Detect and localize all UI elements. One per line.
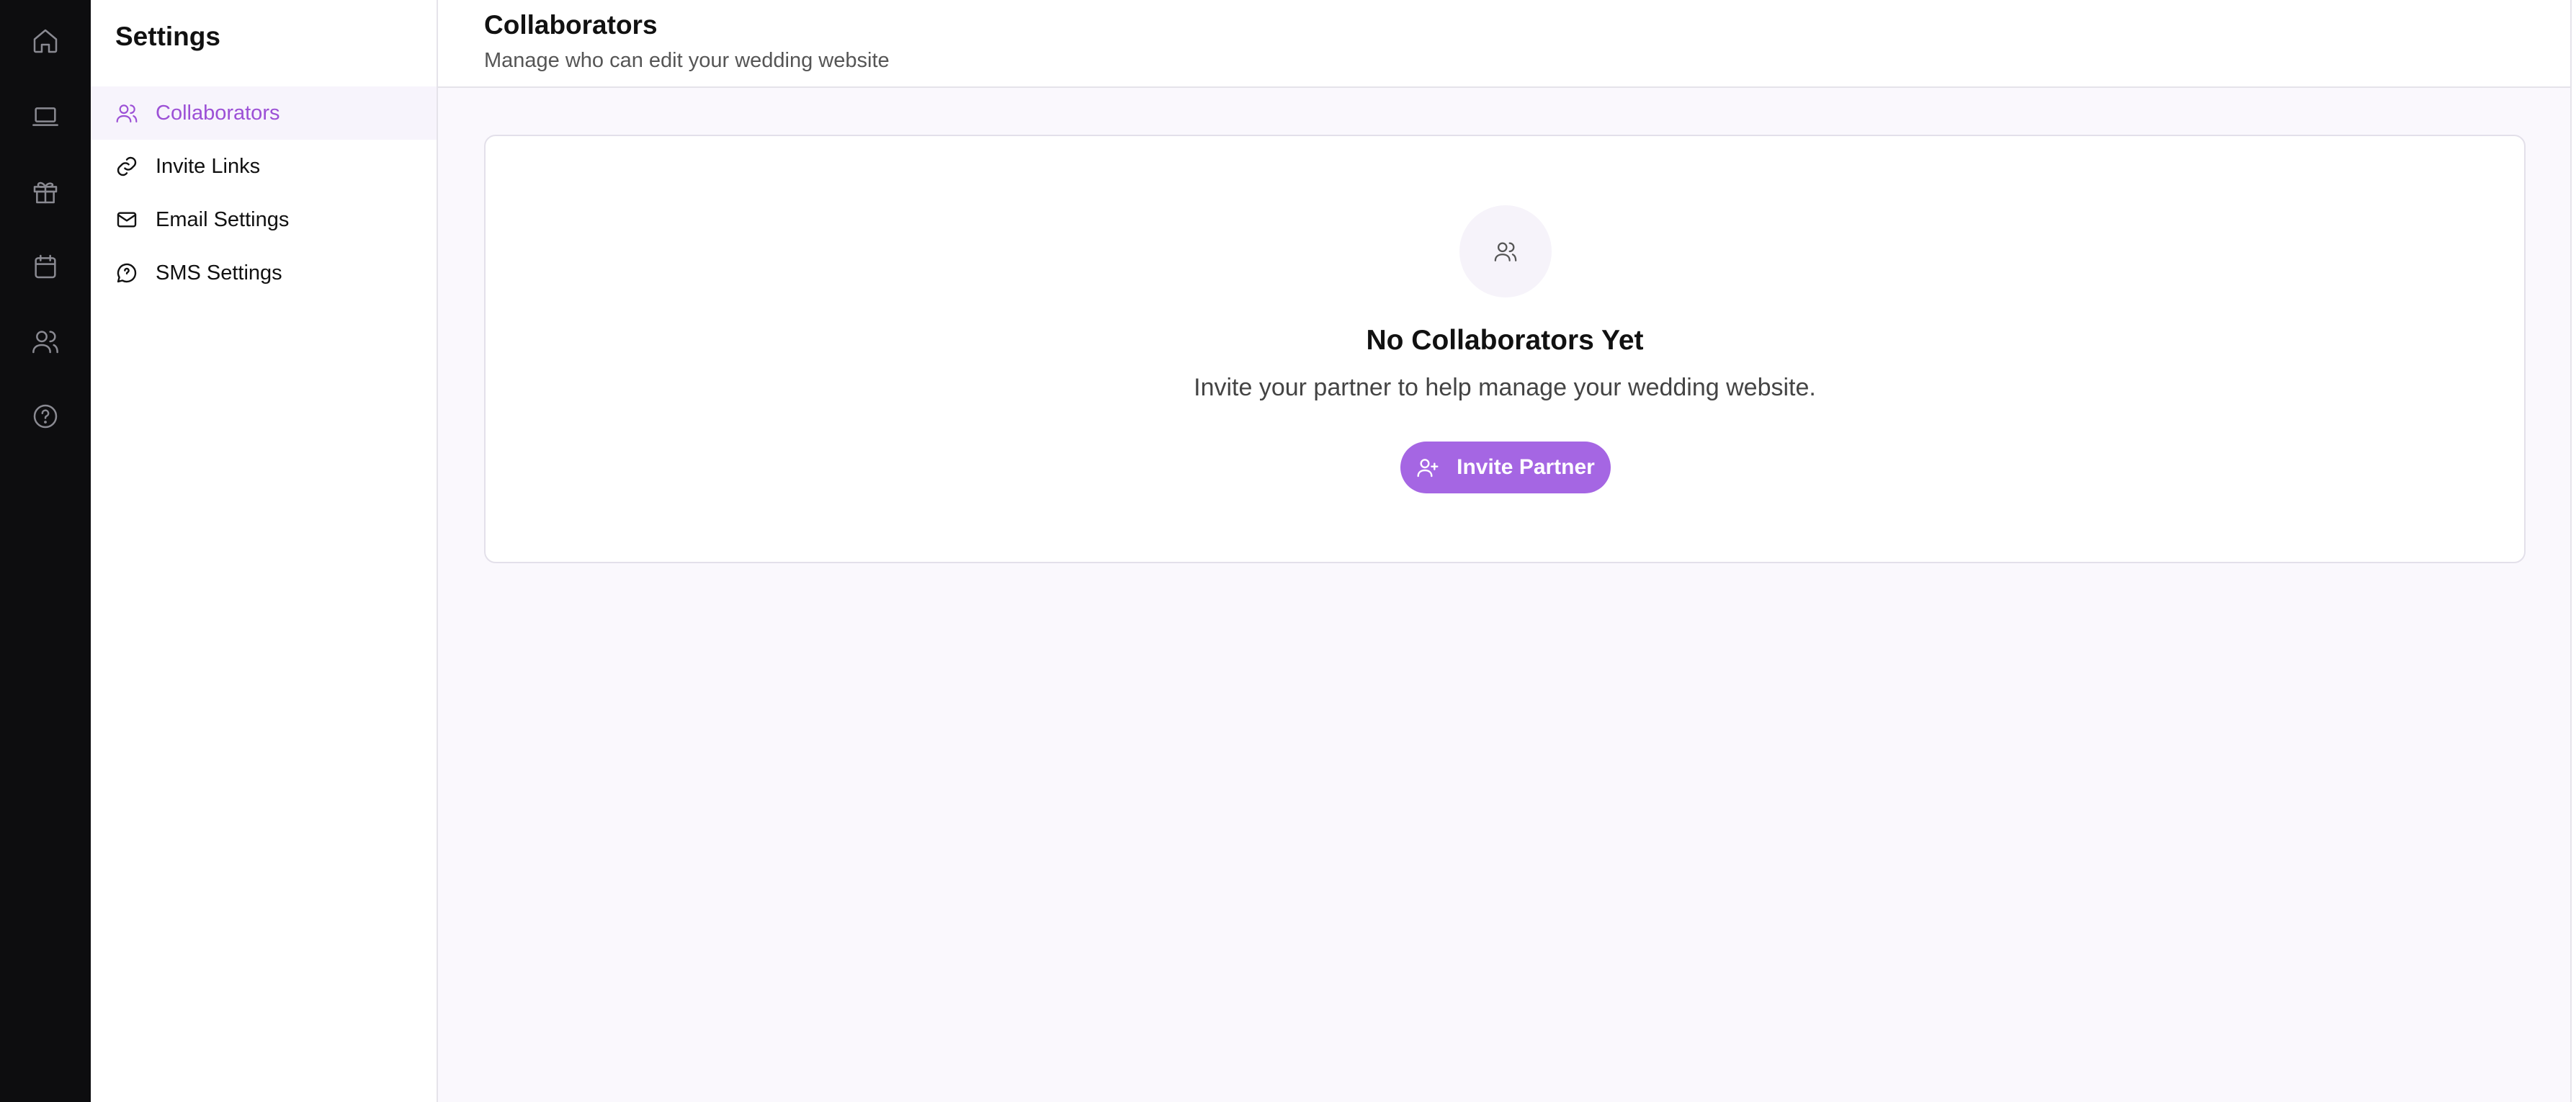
users-icon[interactable]: [28, 324, 63, 359]
sidebar-item-collaborators[interactable]: Collaborators: [91, 86, 437, 140]
page-header: Collaborators Manage who can edit your w…: [438, 0, 2570, 88]
page-subtitle: Manage who can edit your wedding website: [484, 49, 890, 72]
page-title: Collaborators: [484, 10, 658, 40]
empty-state-avatar: [1459, 205, 1552, 297]
empty-state-card: No Collaborators Yet Invite your partner…: [484, 135, 2526, 563]
sidebar-item-sms-settings[interactable]: SMS Settings: [91, 246, 437, 300]
scrollbar-track: [2570, 0, 2576, 1102]
users-icon: [1494, 242, 1517, 261]
sidebar-item-label: SMS Settings: [156, 261, 282, 285]
app-rail: [0, 0, 91, 1102]
empty-state-title: No Collaborators Yet: [1366, 325, 1644, 356]
settings-sidebar: Settings Collaborators Invite Links Emai…: [91, 0, 438, 1102]
link-icon: [117, 156, 137, 176]
user-plus-icon: [1417, 459, 1439, 478]
home-icon[interactable]: [28, 24, 63, 58]
users-icon: [116, 104, 138, 123]
calendar-icon[interactable]: [28, 249, 63, 284]
sidebar-item-label: Collaborators: [156, 101, 280, 125]
sidebar-item-label: Email Settings: [156, 207, 290, 231]
laptop-icon[interactable]: [28, 99, 63, 134]
invite-partner-label: Invite Partner: [1457, 455, 1595, 479]
invite-partner-button[interactable]: Invite Partner: [1400, 442, 1611, 493]
gift-icon[interactable]: [28, 174, 63, 209]
empty-state-text: Invite your partner to help manage your …: [1194, 374, 1816, 401]
message-circle-icon: [117, 263, 137, 283]
sidebar-item-invite-links[interactable]: Invite Links: [91, 140, 437, 193]
sidebar-item-email-settings[interactable]: Email Settings: [91, 193, 437, 246]
help-circle-icon[interactable]: [28, 399, 63, 434]
mail-icon: [117, 212, 137, 228]
sidebar-item-label: Invite Links: [156, 154, 261, 178]
sidebar-title: Settings: [115, 22, 220, 51]
